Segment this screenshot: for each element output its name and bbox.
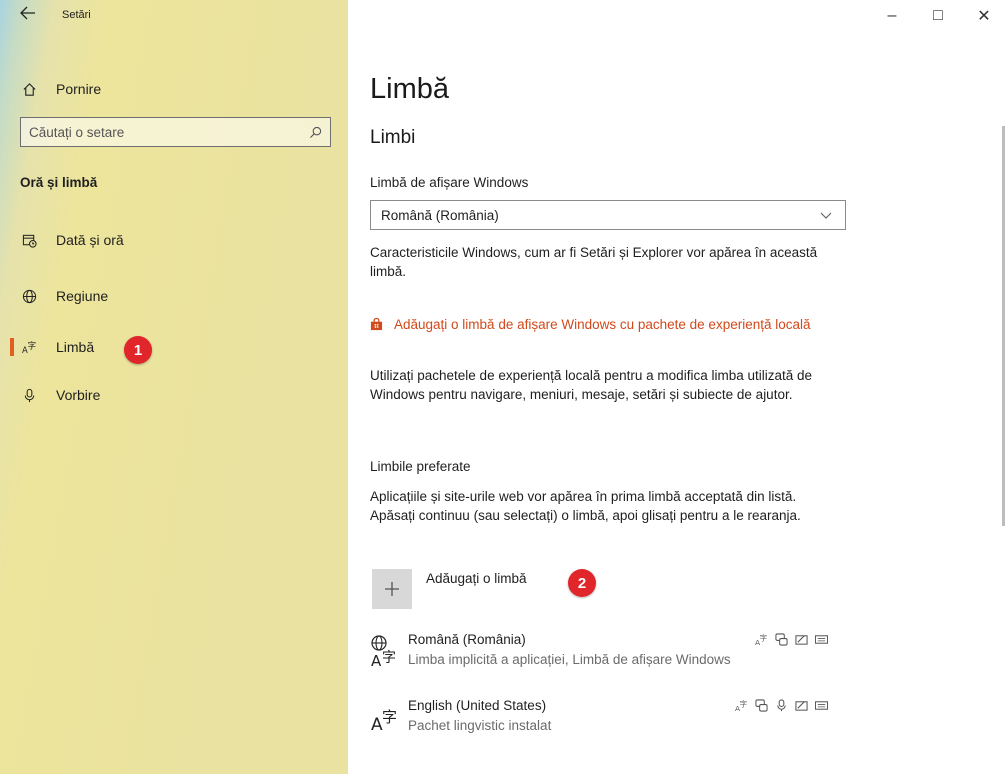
annotation-badge-1: 1	[124, 336, 152, 364]
experience-pack-link[interactable]: Adăugați o limbă de afișare Windows cu p…	[370, 315, 860, 334]
svg-text:字: 字	[739, 699, 746, 708]
svg-text:字: 字	[382, 650, 396, 666]
language-list-item[interactable]: A字 English (United States) Pachet lingvi…	[370, 698, 850, 742]
close-button[interactable]: ✕	[961, 0, 1007, 32]
sidebar-item-region[interactable]: Regiune	[20, 283, 108, 309]
sidebar-item-speech[interactable]: Vorbire	[20, 382, 100, 408]
search-input[interactable]	[29, 124, 308, 140]
language-globe-icon: A字	[370, 634, 400, 670]
calendar-clock-icon	[20, 231, 38, 249]
nav-home[interactable]: Pornire	[20, 76, 101, 102]
sidebar-item-date-time[interactable]: Dată și oră	[20, 227, 124, 253]
selection-indicator	[10, 338, 14, 356]
store-bag-icon	[370, 317, 384, 331]
display-language-description: Caracteristicile Windows, cum ar fi Setă…	[370, 245, 818, 279]
handwriting-icon	[794, 698, 808, 712]
home-icon	[20, 80, 38, 98]
svg-text:A: A	[371, 652, 382, 668]
keyboard-icon	[814, 698, 828, 712]
plus-icon	[385, 582, 399, 596]
search-icon[interactable]	[308, 125, 322, 139]
language-features: A字	[754, 632, 828, 646]
language-icon: A字	[734, 698, 748, 712]
sidebar-item-language[interactable]: A字 Limbă	[20, 334, 95, 360]
language-subtitle: Limba implicită a aplicației, Limbă de a…	[408, 652, 731, 667]
experience-pack-description: Utilizați pachetele de experiență locală…	[370, 368, 812, 402]
section-title: Limbi	[370, 127, 416, 148]
nav-home-label: Pornire	[56, 81, 102, 97]
keyboard-icon	[814, 632, 828, 646]
speech-recognition-icon	[754, 698, 768, 712]
speech-recognition-icon	[774, 632, 788, 646]
add-language-button[interactable]	[372, 569, 412, 609]
experience-pack-link-text[interactable]: Adăugați o limbă de afișare Windows cu p…	[394, 315, 811, 334]
minimize-button[interactable]: –	[869, 0, 915, 32]
language-icon: A字	[370, 700, 400, 735]
window-controls: – □ ✕	[869, 0, 1007, 30]
sidebar-item-label: Dată și oră	[56, 232, 124, 248]
language-features: A字	[734, 698, 828, 712]
main-content: – □ ✕ Limbă Limbi Limbă de afișare Windo…	[348, 0, 1007, 774]
scrollbar[interactable]	[1002, 126, 1005, 526]
sidebar-item-label: Limbă	[56, 339, 95, 355]
chevron-down-icon	[819, 208, 833, 222]
dropdown-value: Română (România)	[381, 207, 499, 223]
window-title: Setări	[62, 9, 91, 21]
display-language-label: Limbă de afișare Windows	[370, 175, 529, 190]
svg-text:字: 字	[759, 633, 766, 642]
sidebar-item-label: Vorbire	[56, 387, 101, 403]
sidebar-item-label: Regiune	[56, 288, 109, 304]
language-icon: A字	[20, 338, 38, 356]
page-title: Limbă	[370, 73, 449, 105]
preferred-languages-label: Limbile preferate	[370, 459, 471, 474]
search-box[interactable]	[20, 117, 331, 147]
globe-icon	[20, 287, 38, 305]
microphone-icon	[20, 386, 38, 404]
microphone-icon	[774, 698, 788, 712]
add-language-label[interactable]: Adăugați o limbă	[426, 571, 527, 586]
back-arrow-icon[interactable]	[20, 6, 44, 26]
language-name: Română (România)	[408, 632, 526, 647]
annotation-badge-2: 2	[568, 569, 596, 597]
language-list-item[interactable]: A字 Română (România) Limba implicită a ap…	[370, 632, 850, 676]
display-language-dropdown[interactable]: Română (România)	[370, 200, 846, 230]
svg-text:字: 字	[382, 708, 397, 726]
handwriting-icon	[794, 632, 808, 646]
language-icon: A字	[754, 632, 768, 646]
maximize-button[interactable]: □	[915, 0, 961, 32]
svg-text:字: 字	[27, 340, 35, 350]
language-name: English (United States)	[408, 698, 547, 713]
sidebar: Setări Pornire Oră și limbă Dată și oră …	[0, 0, 348, 774]
section-heading: Oră și limbă	[20, 175, 98, 190]
preferred-languages-description: Aplicațiile și site-urile web vor apărea…	[370, 489, 801, 523]
language-subtitle: Pachet lingvistic instalat	[408, 718, 552, 733]
